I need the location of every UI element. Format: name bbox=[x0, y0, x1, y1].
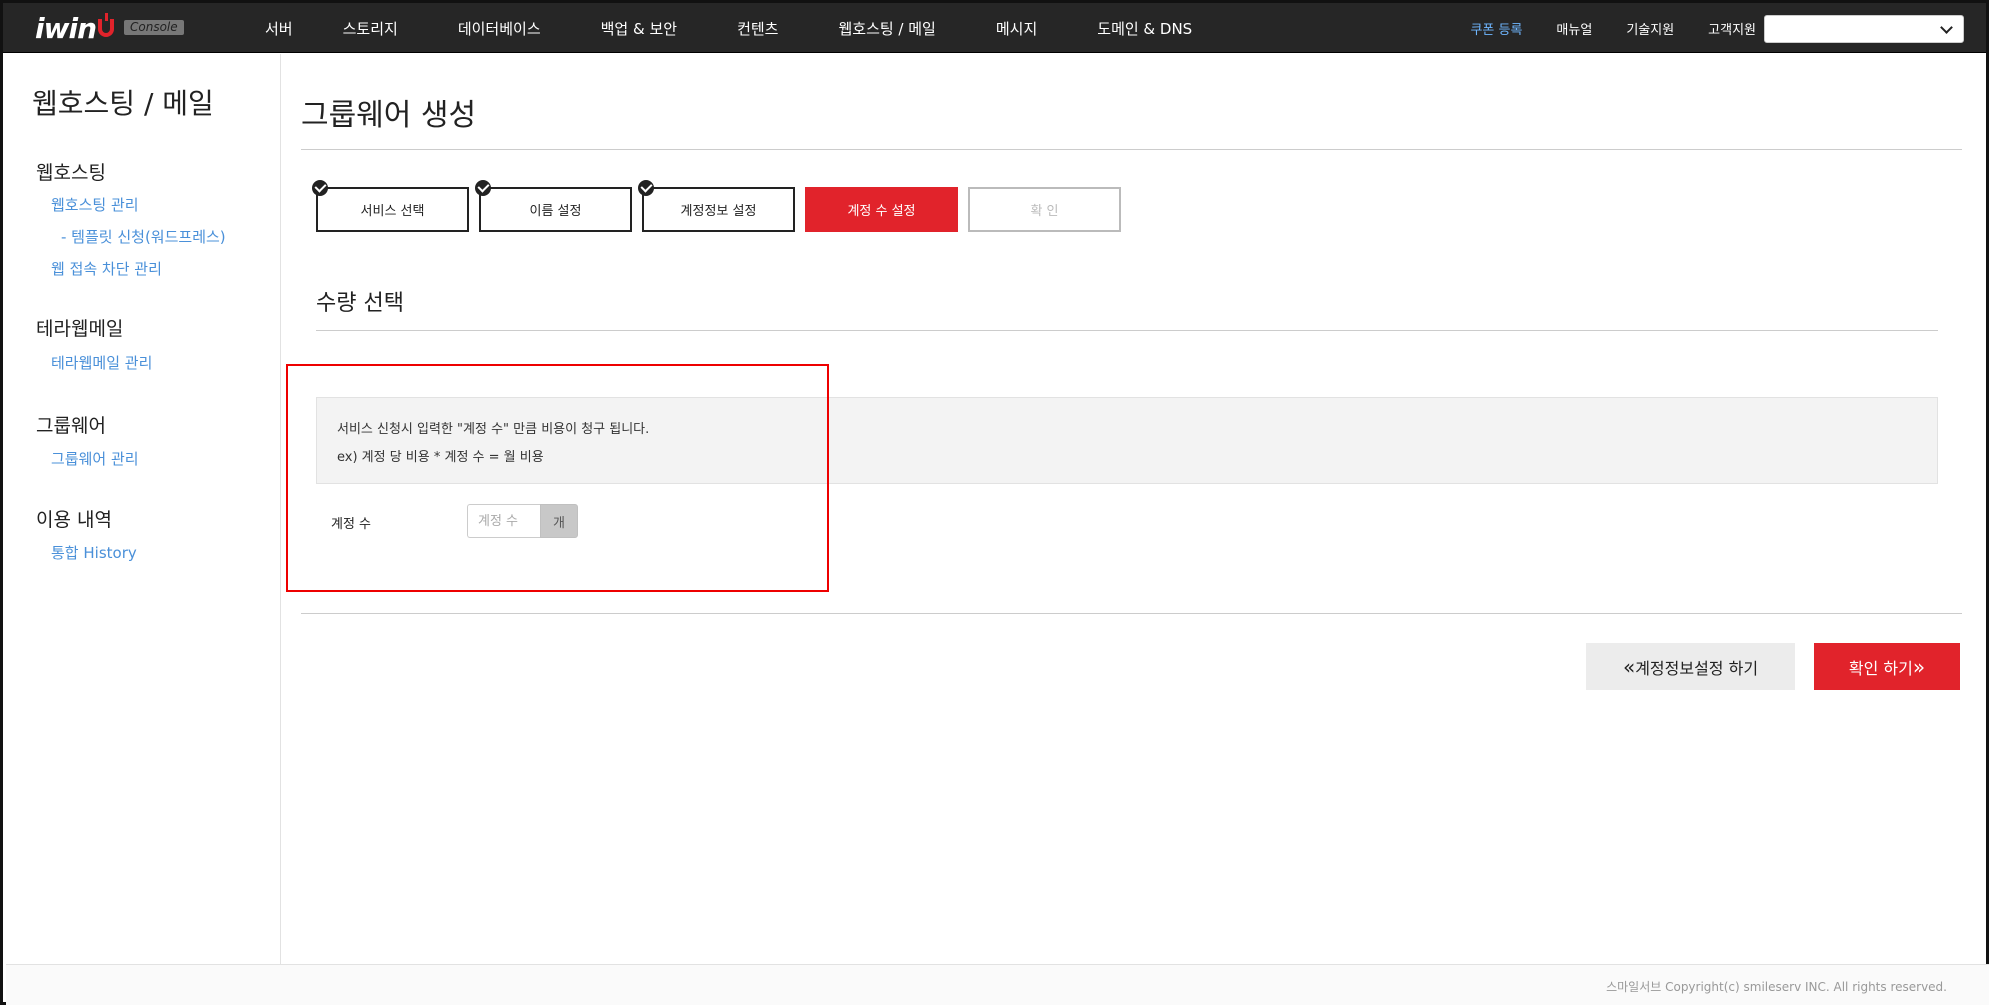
nav-server[interactable]: 서버 bbox=[265, 18, 293, 39]
step-label: 확 인 bbox=[1030, 204, 1059, 219]
logo-text: iwin bbox=[35, 12, 97, 45]
account-count-label: 계정 수 bbox=[331, 517, 372, 532]
prev-step-label: 계정정보설정 하기 bbox=[1635, 658, 1759, 678]
step-confirm: 확 인 bbox=[968, 187, 1121, 232]
divider bbox=[301, 613, 1962, 614]
iwin-logo[interactable]: iwin Console bbox=[35, 11, 184, 45]
account-count-input[interactable] bbox=[467, 504, 540, 538]
prev-step-button[interactable]: « 계정정보설정 하기 bbox=[1586, 643, 1795, 690]
sidebar-group-webhosting: 웹호스팅 bbox=[36, 162, 106, 184]
sidebar-item-template-request[interactable]: - 템플릿 신청(워드프레스) bbox=[61, 226, 226, 247]
unit-addon: 개 bbox=[540, 504, 578, 538]
step-label: 계정정보 설정 bbox=[680, 204, 757, 219]
sidebar-title: 웹호스팅 / 메일 bbox=[32, 87, 214, 120]
sidebar-item-history[interactable]: 통합 History bbox=[51, 542, 137, 563]
step-name-setting: 이름 설정 bbox=[475, 180, 632, 232]
sidebar-item-groupware-manage[interactable]: 그룹웨어 관리 bbox=[51, 448, 139, 469]
confirm-button[interactable]: 확인 하기 » bbox=[1814, 643, 1960, 690]
divider bbox=[316, 330, 1938, 331]
step-label: 이름 설정 bbox=[529, 204, 582, 219]
main-content: 그룹웨어 생성 서비스 선택 이름 설정 계정정보 설정 계정 수 설정 확 인… bbox=[282, 54, 1989, 964]
info-line: ex) 계정 당 비용 * 계정 수 = 월 비용 bbox=[337, 450, 544, 465]
sidebar-item-web-block-manage[interactable]: 웹 접속 차단 관리 bbox=[51, 258, 162, 279]
step-label: 서비스 선택 bbox=[360, 204, 425, 219]
nav-domain-dns[interactable]: 도메인 & DNS bbox=[1097, 18, 1192, 39]
nav-database[interactable]: 데이터베이스 bbox=[458, 18, 541, 39]
coupon-link[interactable]: 쿠폰 등록 bbox=[1470, 19, 1522, 38]
console-badge: Console bbox=[124, 20, 184, 35]
nav-webhosting-mail[interactable]: 웹호스팅 / 메일 bbox=[838, 18, 935, 39]
info-line: 서비스 신청시 입력한 "계정 수" 만큼 비용이 청구 됩니다. bbox=[337, 422, 650, 437]
check-icon bbox=[638, 180, 654, 196]
step-account-count: 계정 수 설정 bbox=[805, 187, 958, 232]
top-navigation-bar: iwin Console 서버 스토리지 데이터베이스 백업 & 보안 컨텐츠 … bbox=[3, 3, 1986, 53]
app-window: iwin Console 서버 스토리지 데이터베이스 백업 & 보안 컨텐츠 … bbox=[0, 0, 1989, 1005]
smile-icon bbox=[98, 13, 114, 37]
check-icon bbox=[312, 180, 328, 196]
copyright-text: 스마일서브 Copyright(c) smileserv INC. All ri… bbox=[1606, 980, 1947, 994]
double-chevron-right-icon: » bbox=[1912, 654, 1926, 679]
customer-support-link[interactable]: 고객지원 bbox=[1708, 19, 1756, 38]
nav-contents[interactable]: 컨텐츠 bbox=[737, 18, 778, 39]
step-progress: 서비스 선택 이름 설정 계정정보 설정 계정 수 설정 확 인 bbox=[312, 180, 1131, 232]
section-title: 수량 선택 bbox=[316, 291, 404, 316]
sidebar-group-terawebmail: 테라웹메일 bbox=[36, 318, 124, 340]
confirm-label: 확인 하기 bbox=[1848, 658, 1913, 678]
sidebar-item-terawebmail-manage[interactable]: 테라웹메일 관리 bbox=[51, 352, 152, 373]
manual-link[interactable]: 매뉴얼 bbox=[1556, 19, 1592, 38]
page-title: 그룹웨어 생성 bbox=[301, 98, 477, 133]
info-notice: 서비스 신청시 입력한 "계정 수" 만큼 비용이 청구 됩니다. ex) 계정… bbox=[316, 397, 1938, 484]
account-select[interactable] bbox=[1764, 15, 1964, 43]
sidebar-group-groupware: 그룹웨어 bbox=[36, 415, 106, 437]
nav-message[interactable]: 메시지 bbox=[996, 18, 1037, 39]
step-service-select: 서비스 선택 bbox=[312, 180, 469, 232]
nav-storage[interactable]: 스토리지 bbox=[343, 18, 398, 39]
tech-support-link[interactable]: 기술지원 bbox=[1626, 19, 1674, 38]
footer: 스마일서브 Copyright(c) smileserv INC. All ri… bbox=[6, 964, 1989, 1005]
sidebar: 웹호스팅 / 메일 웹호스팅 웹호스팅 관리 - 템플릿 신청(워드프레스) 웹… bbox=[6, 54, 281, 964]
utility-nav: 쿠폰 등록 매뉴얼 기술지원 고객지원 bbox=[1470, 3, 1756, 53]
double-chevron-left-icon: « bbox=[1622, 654, 1636, 679]
main-nav: 서버 스토리지 데이터베이스 백업 & 보안 컨텐츠 웹호스팅 / 메일 메시지… bbox=[265, 3, 1192, 53]
sidebar-item-webhosting-manage[interactable]: 웹호스팅 관리 bbox=[51, 194, 139, 215]
step-account-info: 계정정보 설정 bbox=[638, 180, 795, 232]
divider bbox=[301, 149, 1962, 150]
check-icon bbox=[475, 180, 491, 196]
sidebar-group-usage-history: 이용 내역 bbox=[36, 509, 112, 531]
step-label: 계정 수 설정 bbox=[847, 204, 916, 219]
nav-backup-security[interactable]: 백업 & 보안 bbox=[601, 18, 677, 39]
chevron-down-icon bbox=[1940, 21, 1953, 34]
